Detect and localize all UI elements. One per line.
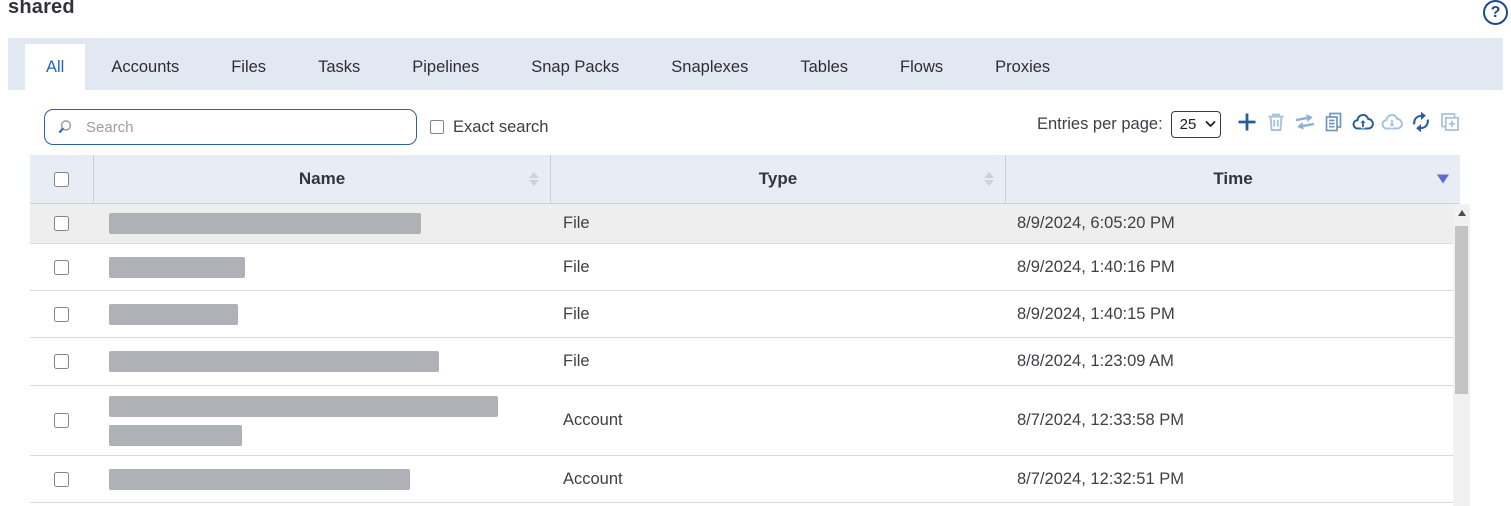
copy-button[interactable] — [1322, 110, 1346, 134]
table-plus-icon — [1438, 110, 1462, 134]
add-button[interactable] — [1235, 110, 1259, 134]
cloud-download-icon — [1380, 110, 1404, 134]
column-label: Name — [299, 169, 345, 189]
entries-per-page-label: Entries per page: — [1037, 115, 1163, 134]
time-cell: 8/7/2024, 12:32:51 PM — [1005, 470, 1453, 489]
search-box — [44, 109, 417, 145]
row-checkbox[interactable] — [54, 354, 69, 369]
redacted-name-bar — [109, 396, 498, 417]
scroll-up-arrow-icon — [1458, 210, 1466, 216]
scrollbar[interactable] — [1453, 204, 1470, 506]
type-cell: File — [550, 258, 1005, 277]
tab-pipelines[interactable]: Pipelines — [386, 44, 505, 90]
tab-accounts[interactable]: Accounts — [85, 44, 205, 90]
name-cell — [93, 351, 550, 372]
tab-snap-packs[interactable]: Snap Packs — [505, 44, 645, 90]
download-button[interactable] — [1380, 110, 1404, 134]
trash-icon — [1264, 110, 1288, 134]
exact-search-label: Exact search — [453, 118, 548, 137]
row-checkbox[interactable] — [54, 472, 69, 487]
table-row[interactable]: File 8/8/2024, 1:23:09 AM — [30, 338, 1453, 386]
time-cell: 8/9/2024, 1:40:15 PM — [1005, 305, 1453, 324]
question-mark-icon: ? — [1491, 5, 1501, 21]
tab-files[interactable]: Files — [205, 44, 292, 90]
create-table-button[interactable] — [1438, 110, 1462, 134]
table-row[interactable]: Account 8/7/2024, 12:33:58 PM — [30, 386, 1453, 456]
entries-per-page-select[interactable]: 25 — [1171, 111, 1221, 138]
upload-button[interactable] — [1351, 110, 1375, 134]
scroll-up-button[interactable] — [1453, 204, 1470, 221]
redacted-name-bar — [109, 425, 242, 446]
column-label: Time — [1213, 169, 1252, 189]
redacted-name-bar — [109, 304, 238, 325]
column-header-name[interactable]: Name — [93, 155, 550, 203]
copy-pages-icon — [1322, 110, 1346, 134]
sort-descending-icon — [1437, 175, 1449, 184]
select-all-checkbox[interactable] — [54, 172, 69, 187]
time-cell: 8/9/2024, 6:05:20 PM — [1005, 214, 1453, 233]
redacted-name-bar — [109, 213, 421, 234]
type-cell: Account — [550, 470, 1005, 489]
tab-flows[interactable]: Flows — [874, 44, 969, 90]
time-cell: 8/9/2024, 1:40:16 PM — [1005, 258, 1453, 277]
swap-arrows-icon — [1293, 110, 1317, 134]
type-cell: Account — [550, 411, 1005, 430]
table-row[interactable]: File 8/9/2024, 6:05:20 PM — [30, 204, 1453, 244]
name-cell — [93, 469, 550, 490]
tab-bar: All Accounts Files Tasks Pipelines Snap … — [8, 38, 1503, 90]
redacted-name-bar — [109, 469, 410, 490]
column-label: Type — [759, 169, 797, 189]
sort-icon — [529, 172, 539, 186]
entries-per-page: Entries per page: 25 — [1037, 110, 1221, 138]
type-cell: File — [550, 352, 1005, 371]
redacted-name-bar — [109, 257, 245, 278]
name-cell — [93, 304, 550, 325]
column-header-type[interactable]: Type — [550, 155, 1005, 203]
move-button[interactable] — [1293, 110, 1317, 134]
table-row[interactable]: File 8/9/2024, 1:40:15 PM — [30, 291, 1453, 338]
sort-icon — [984, 172, 994, 186]
exact-search-checkbox[interactable] — [430, 120, 444, 134]
name-cell — [93, 396, 550, 446]
table-header: Name Type Time — [30, 155, 1460, 204]
row-checkbox[interactable] — [54, 260, 69, 275]
tab-tasks[interactable]: Tasks — [292, 44, 386, 90]
type-cell: File — [550, 214, 1005, 233]
time-cell: 8/7/2024, 12:33:58 PM — [1005, 411, 1453, 430]
page-title: shared — [8, 0, 75, 19]
tab-all[interactable]: All — [25, 44, 85, 90]
time-cell: 8/8/2024, 1:23:09 AM — [1005, 352, 1453, 371]
type-cell: File — [550, 305, 1005, 324]
select-all-cell — [30, 155, 93, 203]
row-checkbox[interactable] — [54, 307, 69, 322]
search-icon — [57, 118, 76, 137]
cloud-upload-icon — [1351, 110, 1375, 134]
toolbar — [1235, 110, 1462, 134]
plus-icon — [1235, 110, 1259, 134]
scrollbar-thumb[interactable] — [1455, 226, 1468, 394]
name-cell — [93, 213, 550, 234]
redacted-name-bar — [109, 351, 439, 372]
table-body: File 8/9/2024, 6:05:20 PM File 8/9/2024,… — [30, 204, 1453, 503]
column-header-time[interactable]: Time — [1005, 155, 1460, 203]
help-button[interactable]: ? — [1483, 0, 1508, 25]
table-row[interactable]: File 8/9/2024, 1:40:16 PM — [30, 244, 1453, 291]
delete-button[interactable] — [1264, 110, 1288, 134]
search-input[interactable] — [86, 119, 416, 136]
tab-tables[interactable]: Tables — [774, 44, 874, 90]
refresh-icon — [1409, 110, 1433, 134]
row-checkbox[interactable] — [54, 216, 69, 231]
refresh-button[interactable] — [1409, 110, 1433, 134]
name-cell — [93, 257, 550, 278]
table-row[interactable]: Account 8/7/2024, 12:32:51 PM — [30, 456, 1453, 503]
exact-search-group: Exact search — [430, 109, 548, 145]
tab-proxies[interactable]: Proxies — [969, 44, 1076, 90]
shared-page: shared ? All Accounts Files Tasks Pipeli… — [0, 0, 1511, 506]
row-checkbox[interactable] — [54, 413, 69, 428]
tab-snaplexes[interactable]: Snaplexes — [645, 44, 774, 90]
